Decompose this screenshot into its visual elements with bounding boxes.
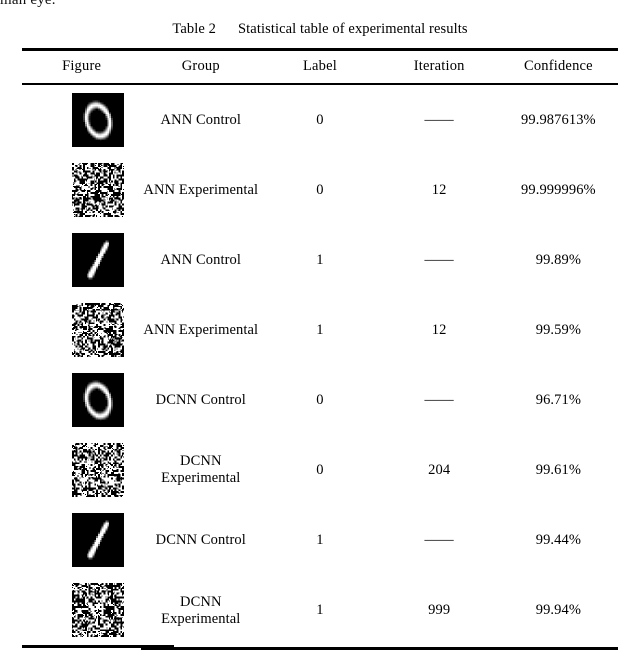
table-header-row: Figure Group Label Iteration Confidence: [22, 48, 618, 85]
cell-iteration: 12: [431, 321, 447, 338]
cell-label: 0: [316, 461, 324, 478]
results-table: Figure Group Label Iteration Confidence …: [22, 48, 618, 650]
table-row: ANN Control 1 —— 99.89%: [22, 225, 618, 295]
digit-zero-adversarial-noise-image: [72, 163, 124, 217]
cell-iteration: ——: [424, 251, 454, 268]
digit-one-adversarial-noise-image: [72, 303, 124, 357]
cell-confidence: 99.59%: [535, 321, 582, 338]
column-header-confidence: Confidence: [498, 48, 618, 85]
table-row: ANN Experimental 1 12 99.59%: [22, 295, 618, 365]
cell-iteration: ——: [424, 531, 454, 548]
cell-confidence: 99.999996%: [521, 181, 596, 198]
table-row: DCNN Experimental 0 204 99.61%: [22, 435, 618, 505]
table-body: ANN Control 0 —— 99.987613% ANN Experimental…: [22, 84, 618, 650]
column-header-group: Group: [141, 48, 261, 85]
cell-label: 0: [316, 181, 324, 198]
digit-zero-clean-image: [72, 93, 124, 147]
digit-zero-adversarial-noise-image: [72, 443, 124, 497]
table-caption-label: Table 2: [172, 21, 216, 37]
cell-confidence: 99.94%: [498, 575, 618, 650]
table-row: DCNN Control 0 —— 96.71%: [22, 365, 618, 435]
digit-one-clean-image: [72, 233, 124, 287]
cell-confidence: 99.61%: [535, 461, 582, 478]
cell-iteration: ——: [424, 111, 454, 128]
cell-confidence: 99.89%: [535, 251, 582, 268]
cell-iteration: 12: [431, 181, 447, 198]
cell-label: 1: [316, 321, 324, 338]
cell-group: ANN Control: [160, 111, 241, 128]
cell-label: 1: [260, 575, 380, 650]
cell-confidence: 99.44%: [535, 531, 582, 548]
digit-one-clean-image: [72, 513, 124, 567]
results-table-container: Figure Group Label Iteration Confidence …: [22, 48, 618, 650]
cell-group: DCNN Experimental: [141, 575, 261, 650]
cell-group: DCNN Control: [155, 531, 246, 548]
table-header: Figure Group Label Iteration Confidence: [22, 48, 618, 85]
cell-label: 0: [316, 391, 324, 408]
cell-label: 0: [316, 111, 324, 128]
cell-confidence: 96.71%: [535, 391, 582, 408]
cell-group: ANN Experimental: [143, 181, 259, 198]
cell-group: ANN Control: [160, 251, 241, 268]
preceding-body-text: man eye.: [0, 0, 56, 8]
table-caption-title: Statistical table of experimental result…: [237, 21, 468, 37]
table-caption: Table 2 Statistical table of experimental…: [0, 21, 640, 38]
table-row: DCNN Experimental 1 999 99.94%: [22, 575, 618, 650]
cell-iteration: ——: [424, 391, 454, 408]
column-header-label: Label: [260, 48, 380, 85]
cell-confidence: 99.987613%: [521, 111, 596, 128]
column-header-figure: Figure: [22, 48, 142, 85]
digit-one-adversarial-noise-image: [72, 583, 124, 637]
digit-zero-clean-image: [72, 373, 124, 427]
table-row: DCNN Control 1 —— 99.44%: [22, 505, 618, 575]
cell-label: 1: [316, 531, 324, 548]
cell-iteration: 999: [379, 575, 499, 650]
cell-label: 1: [316, 251, 324, 268]
table-row: ANN Experimental 0 12 99.999996%: [22, 155, 618, 225]
cell-iteration: 204: [428, 461, 451, 478]
cell-group: DCNN Control: [155, 391, 246, 408]
cell-group: ANN Experimental: [143, 321, 259, 338]
cell-group: DCNN Experimental: [161, 453, 241, 486]
column-header-iteration: Iteration: [379, 48, 499, 85]
table-row: ANN Control 0 —— 99.987613%: [22, 84, 618, 155]
